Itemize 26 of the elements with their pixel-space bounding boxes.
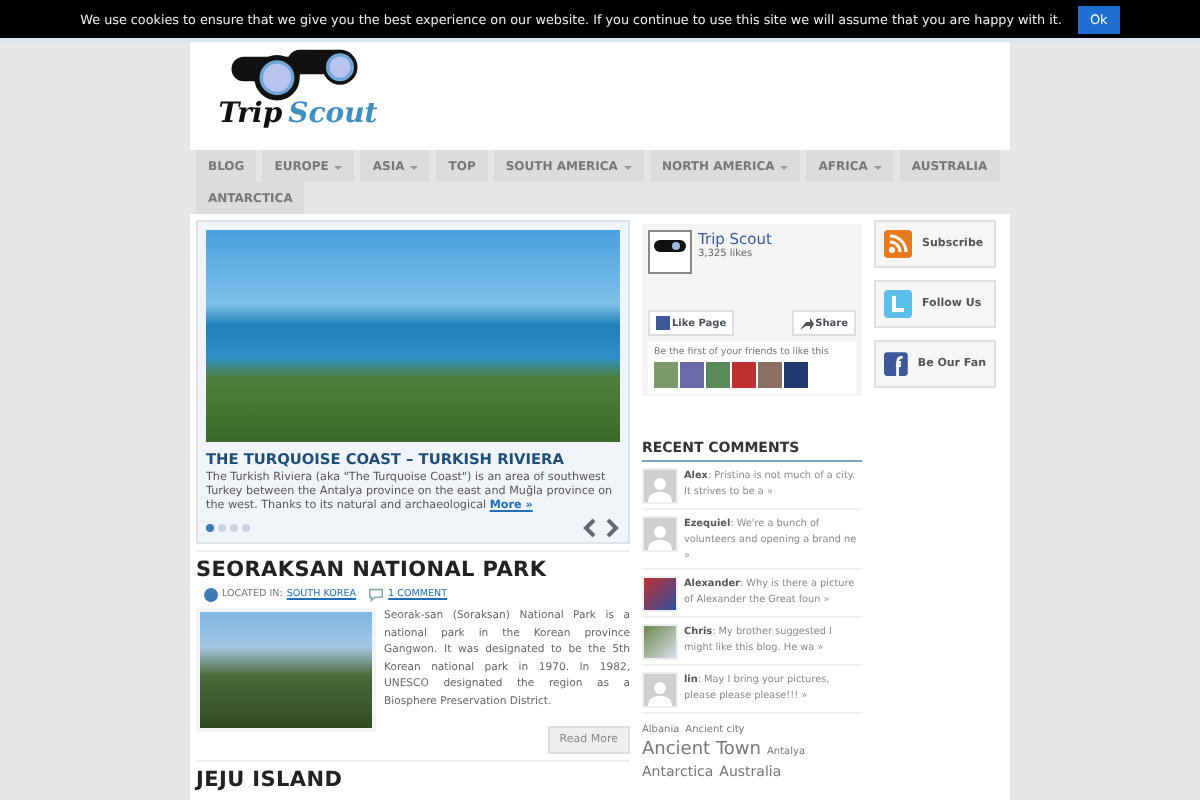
logo-word: Scout	[288, 98, 378, 130]
slide-dot[interactable]	[242, 524, 250, 532]
friend-avatar-placeholder	[706, 362, 730, 388]
share-arrow-icon	[799, 317, 814, 329]
avatar-photo-placeholder	[642, 576, 678, 612]
page-logo-icon[interactable]	[648, 230, 692, 274]
site-logo[interactable]: Trip Scout	[218, 46, 378, 130]
default-avatar-icon	[642, 468, 678, 504]
logo-word: Trip	[218, 98, 283, 130]
friend-avatar-placeholder	[654, 362, 678, 388]
globe-icon	[204, 588, 218, 602]
default-avatar-icon	[642, 672, 678, 708]
friend-avatar-placeholder	[784, 362, 808, 388]
friend-avatar-placeholder	[732, 362, 756, 388]
tag-link[interactable]: Ancient Town	[642, 740, 761, 760]
slide-dot[interactable]	[218, 524, 226, 532]
default-avatar-icon	[642, 516, 678, 552]
post-title[interactable]: JEJU ISLAND	[196, 768, 630, 792]
friend-avatar-placeholder	[758, 362, 782, 388]
slide-dot[interactable]	[230, 524, 238, 532]
post-title[interactable]: SEORAKSAN NATIONAL PARK	[196, 558, 630, 582]
comment-icon	[368, 588, 385, 602]
slide-dot[interactable]	[206, 524, 214, 532]
friend-avatar-placeholder	[680, 362, 704, 388]
avatar-photo-placeholder	[642, 624, 678, 660]
rss-icon	[884, 230, 912, 258]
